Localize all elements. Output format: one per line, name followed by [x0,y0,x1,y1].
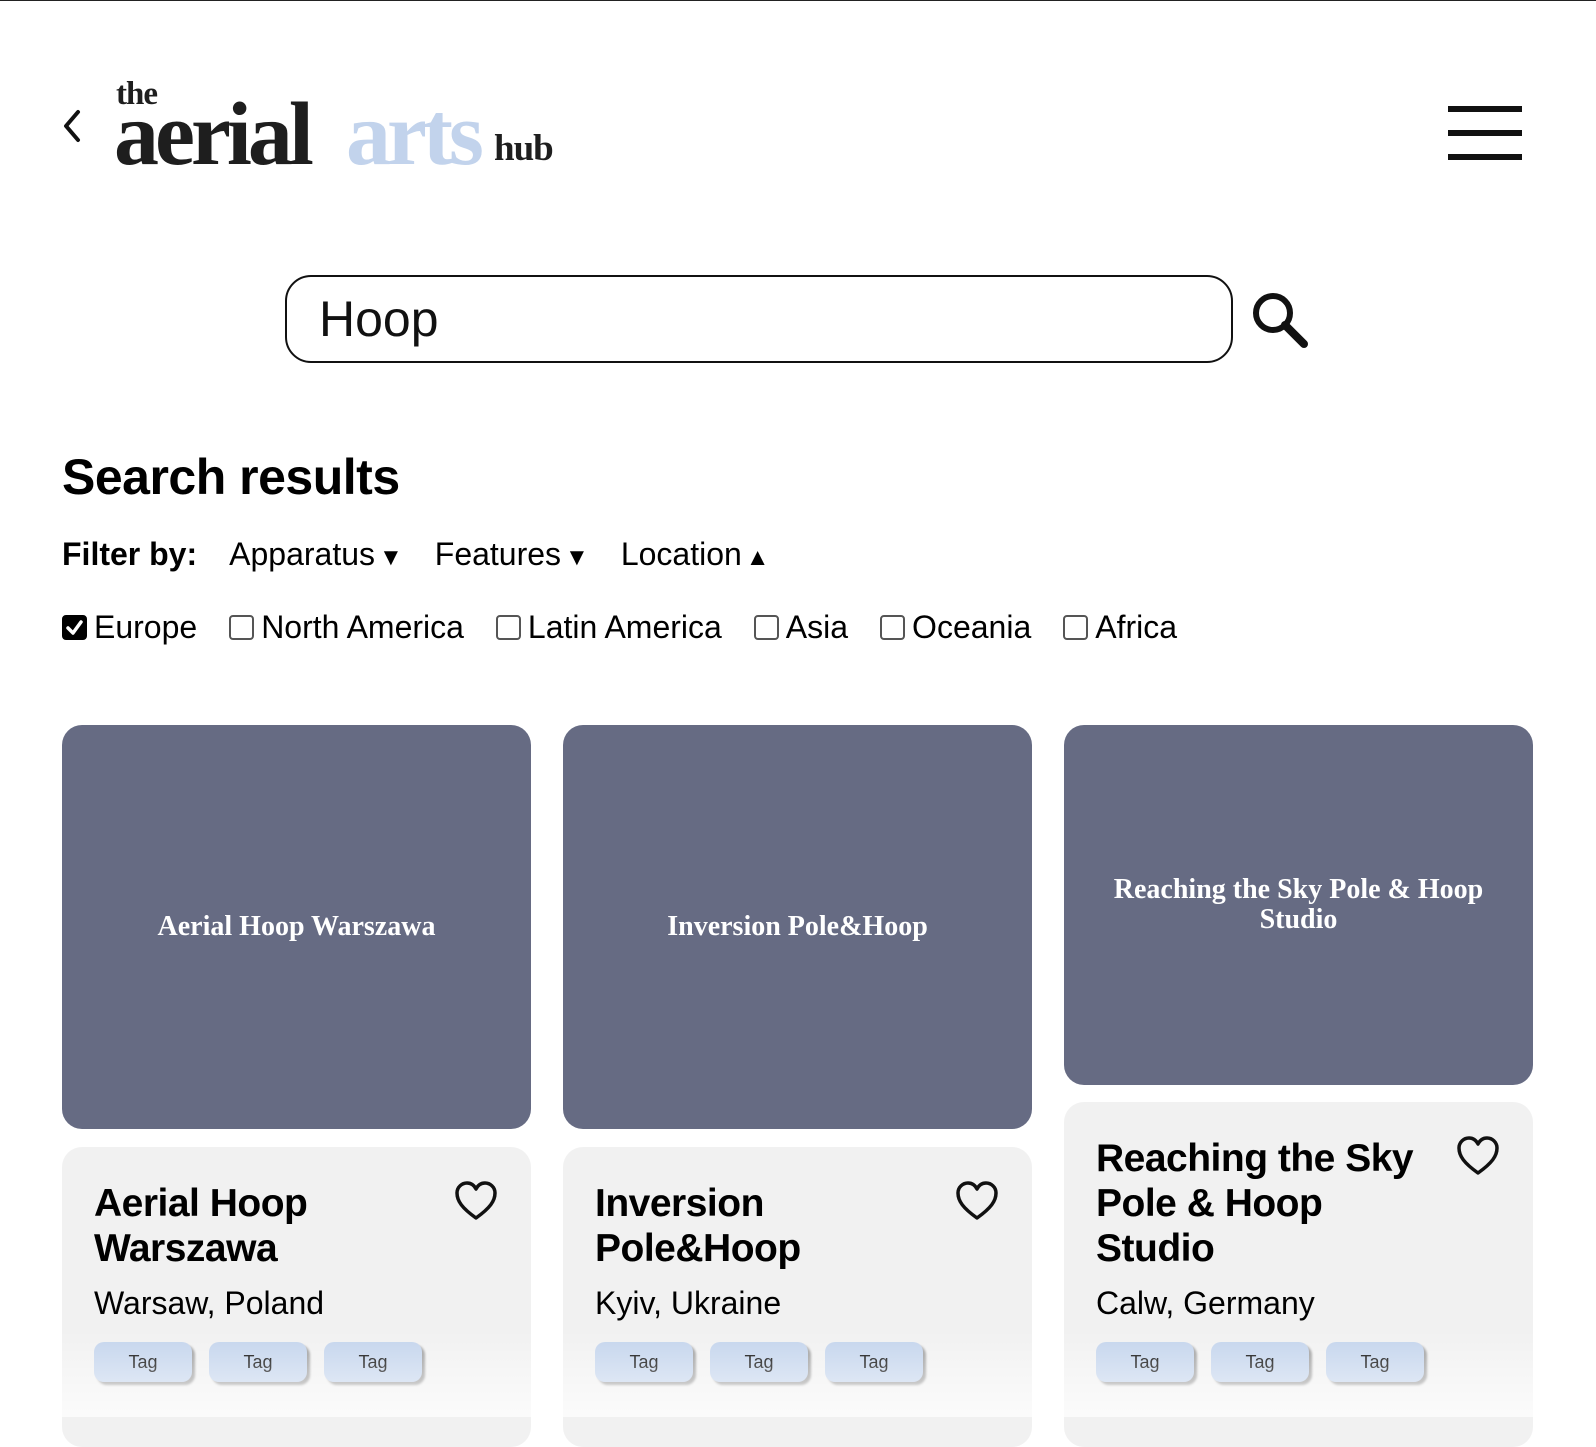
checkbox-unchecked[interactable] [880,614,906,640]
region-label: Africa [1095,608,1178,645]
filter-apparatus-label: Apparatus [229,535,375,572]
tag-chip[interactable]: Tag [324,1342,422,1382]
dropdown-arrow-down-icon: ▼ [565,543,589,571]
card-title[interactable]: Aerial Hoop Warszawa [94,1181,414,1271]
tag-chip[interactable]: Tag [1096,1342,1194,1382]
logo-hub: hub [494,128,554,169]
top-border [0,0,1596,1]
region-label: Europe [94,608,198,645]
card-body: Reaching the Sky Pole & Hoop Studio Calw… [1064,1102,1533,1447]
tag-list: Tag Tag Tag [595,1342,940,1382]
search-input[interactable] [285,275,1233,363]
filter-label: Filter by: [62,535,198,572]
filter-bar: Filter by: Apparatus ▼ Features ▼ Location… [62,534,802,574]
filter-location-label: Location [620,535,742,572]
tag-chip[interactable]: Tag [1211,1342,1309,1382]
card-location: Kyiv, Ukraine [595,1285,782,1321]
card-image-placeholder[interactable]: Inversion Pole&Hoop [563,725,1032,1129]
card-location: Warsaw, Poland [94,1285,325,1321]
card-location: Calw, Germany [1096,1285,1315,1321]
heart-icon[interactable] [454,1181,498,1221]
region-europe[interactable]: Europe [62,609,197,646]
region-label: North America [261,608,464,645]
dropdown-arrow-up-icon: ▲ [745,543,770,571]
checkbox-unchecked[interactable] [229,614,255,640]
filter-apparatus-dropdown[interactable]: Apparatus ▼ [229,536,403,573]
checkbox-unchecked[interactable] [753,614,779,640]
region-label: Oceania [912,608,1032,645]
heart-icon[interactable] [955,1181,999,1221]
tag-chip[interactable]: Tag [595,1342,693,1382]
logo[interactable]: the aerial arts hub [114,78,566,184]
card-body: Aerial Hoop Warszawa Warsaw, Poland Tag … [62,1147,531,1447]
region-label: Latin America [527,608,722,645]
search-icon[interactable] [1248,288,1312,352]
checkbox-unchecked[interactable] [495,614,521,640]
card-image-placeholder[interactable]: Aerial Hoop Warszawa [62,725,531,1129]
logo-arts: arts [346,85,484,184]
hamburger-menu-icon[interactable] [1448,106,1522,160]
region-asia[interactable]: Asia [753,608,849,646]
region-africa[interactable]: Africa [1063,609,1177,646]
region-north-america[interactable]: North America [229,609,464,646]
location-checkbox-group: Europe North America Latin America Asia … [62,606,1209,648]
checkbox-unchecked[interactable] [1063,614,1089,640]
tag-chip[interactable]: Tag [94,1342,192,1382]
tag-chip[interactable]: Tag [825,1342,923,1382]
region-latin-america[interactable]: Latin America [495,608,722,646]
search-results-heading: Search results [62,449,400,505]
filter-features-dropdown[interactable]: Features ▼ [435,536,589,573]
checkbox-checked[interactable] [62,614,87,640]
tag-list: Tag Tag Tag [1096,1342,1441,1382]
card-body: Inversion Pole&Hoop Kyiv, Ukraine Tag Ta… [563,1147,1032,1447]
card-title[interactable]: Reaching the Sky Pole & Hoop Studio [1096,1136,1416,1271]
filter-features-label: Features [434,535,562,572]
filter-location-dropdown[interactable]: Location ▲ [621,536,770,573]
region-label: Asia [785,608,849,645]
card-image-placeholder[interactable]: Reaching the Sky Pole & Hoop Studio [1064,725,1533,1085]
card-title[interactable]: Inversion Pole&Hoop [595,1181,915,1271]
tag-chip[interactable]: Tag [710,1342,808,1382]
logo-aerial: aerial [114,85,314,184]
tag-list: Tag Tag Tag [94,1342,439,1382]
heart-icon[interactable] [1456,1136,1500,1176]
region-oceania[interactable]: Oceania [880,609,1031,646]
back-chevron-icon[interactable] [58,106,88,146]
tag-chip[interactable]: Tag [1326,1342,1424,1382]
tag-chip[interactable]: Tag [209,1342,307,1382]
dropdown-arrow-down-icon: ▼ [379,543,403,571]
